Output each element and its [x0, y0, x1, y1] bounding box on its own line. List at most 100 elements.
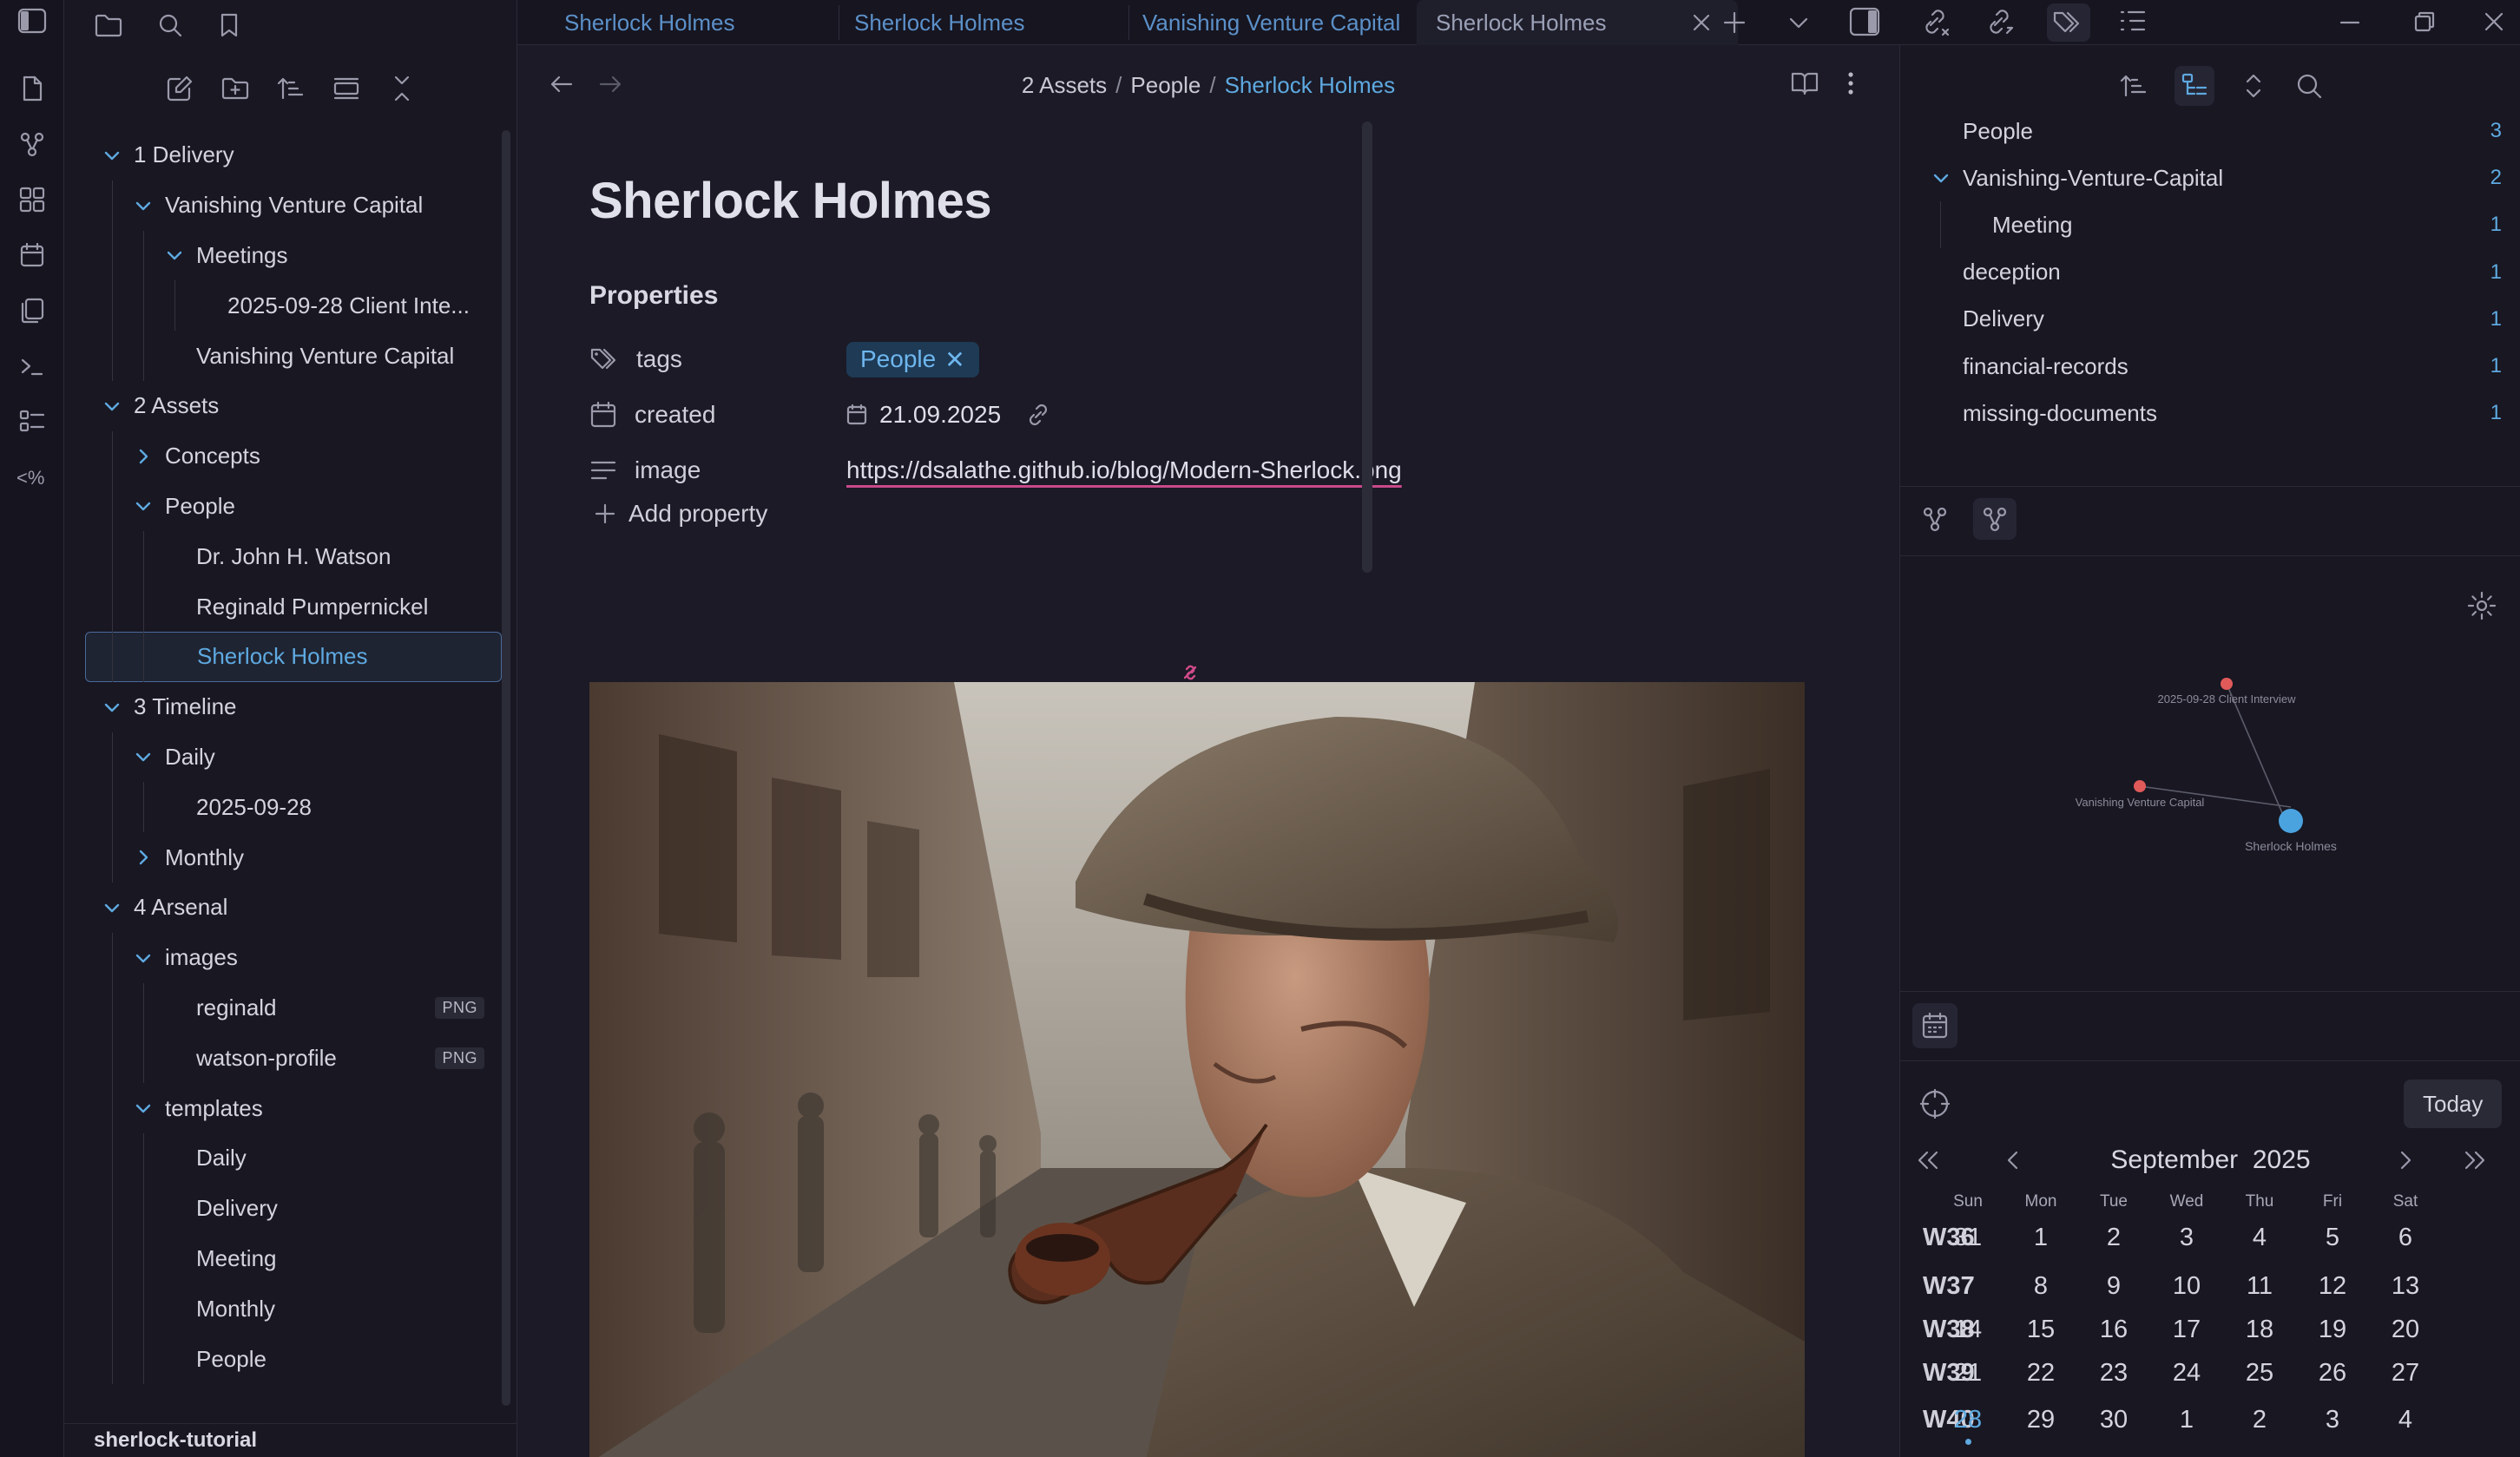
tree-folder-item[interactable]: 2 Assets [85, 381, 502, 431]
vault-switcher[interactable]: sherlock-tutorial [64, 1423, 517, 1457]
note-scrollbar[interactable] [1362, 121, 1372, 573]
tag-pane-item[interactable]: deception 1 [1900, 249, 2520, 296]
new-tab-icon[interactable] [1721, 9, 1748, 36]
calendar-day[interactable]: 19 [2298, 1316, 2367, 1344]
breadcrumb-assets[interactable]: 2 Assets [1022, 72, 1107, 98]
property-key-tags[interactable]: tags [636, 345, 682, 373]
calendar-day[interactable]: 24 [2152, 1359, 2221, 1388]
outline-icon[interactable] [2118, 7, 2148, 35]
property-value-image-link[interactable]: https://dsalathe.github.io/blog/Modern-S… [846, 456, 1402, 484]
calendar-day[interactable]: 4 [2225, 1224, 2294, 1252]
reveal-active-note-crosshair-icon[interactable] [1919, 1088, 1951, 1119]
link-icon[interactable] [1025, 402, 1051, 428]
bookmark-icon[interactable] [217, 11, 241, 39]
backlinks-icon[interactable] [1920, 7, 1951, 36]
tab-sherlock-holmes-2[interactable]: Sherlock Holmes [854, 0, 1115, 45]
property-key-created[interactable]: created [635, 401, 715, 429]
new-note-icon[interactable] [165, 74, 194, 103]
tag-pane-item[interactable]: Meeting 1 [1900, 201, 2520, 249]
tree-file-item[interactable]: Delivery [85, 1184, 502, 1234]
calendar-day[interactable]: 1 [2006, 1224, 2076, 1252]
tree-folder-item[interactable]: Concepts [85, 431, 502, 482]
tag-remove-icon[interactable]: ✕ [944, 345, 964, 374]
chevron-down-icon[interactable] [102, 698, 122, 717]
calendar-day[interactable]: 27 [2371, 1359, 2440, 1388]
minimize-window-icon[interactable] [2337, 9, 2363, 35]
tree-folder-item[interactable]: People [85, 482, 502, 532]
toggle-right-sidebar-icon[interactable] [1849, 7, 1880, 36]
tree-folder-item[interactable]: Meetings [85, 231, 502, 281]
tree-file-item[interactable]: Vanishing Venture Capital [85, 331, 502, 381]
chevron-down-icon[interactable] [102, 397, 122, 416]
calendar-day[interactable]: 5 [2298, 1224, 2367, 1252]
tag-pane-item[interactable]: financial-records 1 [1900, 343, 2520, 390]
tags-pane-icon[interactable] [2047, 3, 2090, 42]
search-icon[interactable] [156, 11, 184, 39]
auto-reveal-icon[interactable] [332, 74, 361, 103]
calendar-view-icon[interactable] [1912, 1003, 1957, 1048]
embedded-portrait-image[interactable] [589, 682, 1805, 1457]
calendar-day[interactable]: 2 [2079, 1224, 2148, 1252]
calendar-day-today[interactable]: 28 [1933, 1406, 2003, 1445]
page-title[interactable]: Sherlock Holmes [589, 172, 992, 230]
chevron-right-icon[interactable] [134, 447, 153, 466]
new-folder-icon[interactable] [220, 74, 250, 103]
calendar-day[interactable]: 17 [2152, 1316, 2221, 1344]
close-window-icon[interactable] [2481, 9, 2507, 35]
chevron-down-icon[interactable] [102, 898, 122, 917]
local-graph-view[interactable]: 2025-09-28 Client Interview Vanishing Ve… [1900, 564, 2520, 1015]
close-tab-icon[interactable] [1691, 12, 1712, 33]
calendar-day[interactable]: 13 [2371, 1272, 2440, 1301]
graph-node-sherlock-holmes[interactable] [2279, 809, 2303, 833]
calendar-day[interactable]: 23 [2079, 1359, 2148, 1388]
graph-view-icon[interactable] [11, 123, 53, 165]
calendar-day[interactable]: 21 [1933, 1359, 2003, 1388]
tree-folder-item[interactable]: 3 Timeline [85, 682, 502, 732]
chevron-down-icon[interactable] [102, 146, 122, 165]
tree-file-item[interactable]: 2025-09-28 [85, 782, 502, 832]
tag-pill-people[interactable]: People ✕ [846, 341, 979, 377]
more-options-icon[interactable] [1846, 69, 1856, 97]
sort-tags-icon[interactable] [2119, 71, 2148, 101]
calendar-day[interactable]: 25 [2225, 1359, 2294, 1388]
chevron-down-icon[interactable] [1931, 168, 1951, 187]
tree-folder-item[interactable]: Vanishing Venture Capital [85, 180, 502, 231]
calendar-day[interactable]: 7 [1933, 1272, 2003, 1301]
tag-pane-item[interactable]: People 3 [1900, 108, 2520, 154]
tree-file-item[interactable]: Daily [85, 1133, 502, 1184]
calendar-day[interactable]: 31 [1933, 1224, 2003, 1252]
calendar-day[interactable]: 22 [2006, 1359, 2076, 1388]
tree-file-item[interactable]: reginald PNG [85, 983, 502, 1034]
tab-list-chevron-down-icon[interactable] [1786, 10, 1811, 35]
open-quick-switcher-icon[interactable] [11, 68, 53, 109]
restore-window-icon[interactable] [2411, 9, 2438, 35]
nested-tags-icon[interactable] [2175, 66, 2214, 106]
expand-collapse-icon[interactable] [2240, 71, 2267, 101]
depth-graph-icon[interactable] [1973, 498, 2017, 540]
calendar-day[interactable]: 9 [2079, 1272, 2148, 1301]
breadcrumb-current[interactable]: Sherlock Holmes [1225, 72, 1396, 98]
collapse-all-icon[interactable] [387, 74, 417, 103]
calendar-day[interactable]: 3 [2298, 1406, 2367, 1434]
daily-note-icon[interactable] [11, 234, 53, 276]
chevron-down-icon[interactable] [134, 196, 153, 215]
tree-folder-item[interactable]: templates [85, 1083, 502, 1133]
tab-vanishing-venture-capital[interactable]: Vanishing Venture Capital [1142, 0, 1429, 45]
tree-file-item[interactable]: Reginald Pumpernickel [85, 581, 502, 632]
calendar-day[interactable]: 6 [2371, 1224, 2440, 1252]
calendar-day[interactable]: 11 [2225, 1272, 2294, 1301]
tag-pane-item[interactable]: Vanishing-Venture-Capital 2 [1900, 154, 2520, 201]
graph-node-vanishing-venture-capital[interactable] [2134, 780, 2146, 792]
tree-file-item[interactable]: People [85, 1334, 502, 1384]
tab-sherlock-holmes-1[interactable]: Sherlock Holmes [564, 0, 825, 45]
calendar-month[interactable]: September [2110, 1145, 2238, 1174]
property-key-image[interactable]: image [635, 456, 701, 484]
tree-folder-item[interactable]: 1 Delivery [85, 130, 502, 180]
calendar-day[interactable]: 1 [2152, 1406, 2221, 1434]
tree-folder-item[interactable]: Daily [85, 732, 502, 783]
tree-folder-item[interactable]: Monthly [85, 832, 502, 883]
templater-icon[interactable]: <% [11, 456, 53, 498]
calendar-day[interactable]: 12 [2298, 1272, 2367, 1301]
calendar-year[interactable]: 2025 [2253, 1145, 2311, 1174]
breadcrumb-people[interactable]: People [1130, 72, 1201, 98]
